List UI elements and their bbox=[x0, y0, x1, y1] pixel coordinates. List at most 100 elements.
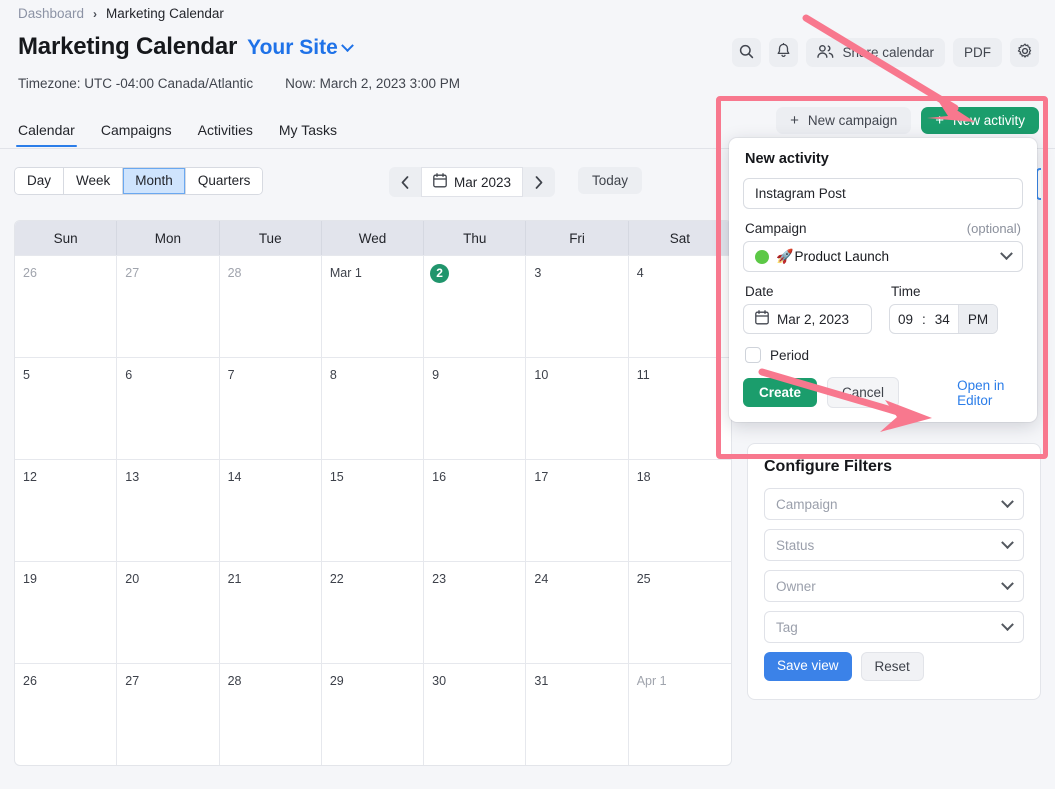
new-activity-button[interactable]: + New activity bbox=[921, 107, 1039, 134]
day-number: 25 bbox=[636, 572, 651, 586]
filter-tag-placeholder: Tag bbox=[776, 619, 798, 635]
calendar-day-cell[interactable]: Apr 1 bbox=[629, 664, 731, 765]
notifications-button[interactable] bbox=[769, 38, 799, 67]
calendar-day-cell[interactable]: Mar 1 bbox=[322, 256, 425, 357]
tab-activities[interactable]: Activities bbox=[196, 118, 255, 147]
search-button[interactable] bbox=[732, 38, 762, 67]
calendar-day-cell[interactable]: 5 bbox=[15, 358, 118, 459]
calendar-day-cell[interactable]: 27 bbox=[117, 664, 220, 765]
calendar-day-cell-today[interactable]: 2 bbox=[424, 256, 527, 357]
date-field-label: Date bbox=[745, 284, 774, 299]
calendar-day-cell[interactable]: 7 bbox=[220, 358, 322, 459]
period-checkbox[interactable] bbox=[745, 347, 761, 363]
calendar-day-cell[interactable]: 16 bbox=[424, 460, 527, 561]
calendar-icon bbox=[755, 310, 769, 328]
today-badge: 2 bbox=[430, 263, 450, 283]
search-icon bbox=[739, 44, 754, 62]
time-input[interactable]: 09 : 34 PM bbox=[889, 304, 999, 334]
open-in-editor-link[interactable]: Open in Editor bbox=[957, 378, 1023, 408]
popup-actions: Create Cancel Open in Editor bbox=[743, 377, 1023, 408]
filter-tag-select[interactable]: Tag bbox=[764, 611, 1024, 643]
calendar-day-cell[interactable]: 12 bbox=[15, 460, 118, 561]
calendar-day-cell[interactable]: 9 bbox=[424, 358, 527, 459]
create-button[interactable]: Create bbox=[743, 378, 818, 407]
calendar-day-cell[interactable]: 20 bbox=[117, 562, 220, 663]
calendar-day-cell[interactable]: 28 bbox=[220, 256, 322, 357]
view-switch-quarters[interactable]: Quarters bbox=[185, 168, 263, 194]
calendar-day-cell[interactable]: 15 bbox=[322, 460, 425, 561]
time-ampm-toggle[interactable]: PM bbox=[957, 305, 998, 333]
view-switch-week[interactable]: Week bbox=[64, 168, 124, 194]
period-label: Period bbox=[770, 347, 810, 363]
day-number: 23 bbox=[432, 572, 447, 586]
calendar-day-cell[interactable]: 18 bbox=[629, 460, 731, 561]
calendar-day-cell[interactable]: 4 bbox=[629, 256, 731, 357]
calendar-day-cell[interactable]: 19 bbox=[15, 562, 118, 663]
day-number: 22 bbox=[329, 572, 344, 586]
chevron-down-icon bbox=[1000, 247, 1013, 261]
pdf-export-button[interactable]: PDF bbox=[953, 38, 1002, 67]
filter-owner-select[interactable]: Owner bbox=[764, 570, 1024, 602]
calendar-day-cell[interactable]: 10 bbox=[526, 358, 629, 459]
campaign-optional-label: (optional) bbox=[966, 221, 1021, 236]
next-period-button[interactable] bbox=[523, 167, 555, 197]
calendar-day-cell[interactable]: 8 bbox=[322, 358, 425, 459]
calendar-day-cell[interactable]: 24 bbox=[526, 562, 629, 663]
calendar-day-cell[interactable]: 29 bbox=[322, 664, 425, 765]
weekday-thu: Thu bbox=[424, 221, 527, 255]
calendar-day-cell[interactable]: 31 bbox=[526, 664, 629, 765]
tab-campaigns[interactable]: Campaigns bbox=[99, 118, 174, 147]
tab-my-tasks[interactable]: My Tasks bbox=[277, 118, 339, 147]
day-number: 4 bbox=[636, 266, 644, 280]
day-number: 28 bbox=[227, 674, 242, 688]
calendar-day-cell[interactable]: 14 bbox=[220, 460, 322, 561]
calendar-day-cell[interactable]: 28 bbox=[220, 664, 322, 765]
day-number: 17 bbox=[534, 470, 549, 484]
site-selector[interactable]: Your Site bbox=[247, 36, 354, 60]
people-icon bbox=[817, 44, 834, 62]
calendar-day-cell[interactable]: 23 bbox=[424, 562, 527, 663]
current-period-button[interactable]: Mar 2023 bbox=[421, 167, 524, 197]
tab-calendar[interactable]: Calendar bbox=[16, 118, 77, 147]
calendar-day-cell[interactable]: 27 bbox=[117, 256, 220, 357]
calendar-day-cell[interactable]: 21 bbox=[220, 562, 322, 663]
reset-filters-button[interactable]: Reset bbox=[860, 652, 924, 681]
time-minute-input[interactable]: 34 bbox=[927, 305, 958, 333]
calendar-day-cell[interactable]: 26 bbox=[15, 664, 118, 765]
calendar-day-cell[interactable]: 30 bbox=[424, 664, 527, 765]
day-number: 13 bbox=[125, 470, 140, 484]
time-hour-input[interactable]: 09 bbox=[890, 305, 921, 333]
campaign-color-dot bbox=[755, 249, 769, 264]
breadcrumb-dashboard-link[interactable]: Dashboard bbox=[18, 6, 84, 21]
calendar-day-cell[interactable]: 6 bbox=[117, 358, 220, 459]
calendar-day-cell[interactable]: 26 bbox=[15, 256, 118, 357]
today-button[interactable]: Today bbox=[578, 167, 643, 194]
calendar-day-cell[interactable]: 17 bbox=[526, 460, 629, 561]
calendar-day-cell[interactable]: 22 bbox=[322, 562, 425, 663]
calendar-week-row: 19 20 21 22 23 24 25 bbox=[15, 561, 731, 663]
chevron-down-icon bbox=[1001, 535, 1014, 549]
new-campaign-button[interactable]: + New campaign bbox=[776, 107, 912, 134]
weekday-wed: Wed bbox=[322, 221, 425, 255]
share-calendar-button[interactable]: Share calendar bbox=[806, 38, 945, 67]
calendar-day-cell[interactable]: 11 bbox=[629, 358, 731, 459]
activity-name-input[interactable]: Instagram Post bbox=[743, 178, 1023, 209]
date-navigation: Mar 2023 bbox=[389, 167, 556, 197]
calendar-day-cell[interactable]: 3 bbox=[526, 256, 629, 357]
save-view-button[interactable]: Save view bbox=[764, 652, 852, 681]
filter-status-select[interactable]: Status bbox=[764, 529, 1024, 561]
campaign-select[interactable]: 🚀 Product Launch bbox=[743, 241, 1023, 272]
filter-campaign-select[interactable]: Campaign bbox=[764, 488, 1024, 520]
cancel-button[interactable]: Cancel bbox=[827, 377, 900, 408]
view-switch-month[interactable]: Month bbox=[123, 168, 186, 194]
calendar-day-cell[interactable]: 25 bbox=[629, 562, 731, 663]
gear-icon bbox=[1017, 43, 1033, 62]
popup-title: New activity bbox=[745, 151, 829, 167]
view-switch-day[interactable]: Day bbox=[15, 168, 65, 194]
settings-button[interactable] bbox=[1010, 38, 1039, 67]
prev-period-button[interactable] bbox=[389, 167, 421, 197]
timezone-text: Timezone: UTC -04:00 Canada/Atlantic bbox=[18, 76, 254, 91]
calendar-day-cell[interactable]: 13 bbox=[117, 460, 220, 561]
date-input[interactable]: Mar 2, 2023 bbox=[743, 304, 872, 334]
day-number: 3 bbox=[534, 266, 542, 280]
